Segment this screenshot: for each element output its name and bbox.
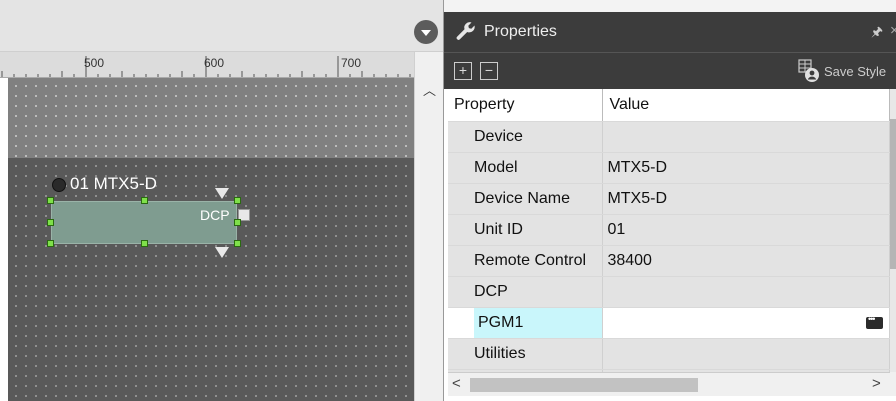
design-canvas[interactable]: 500 600 700 ︿ 01 MTX5-D DCP [0,0,443,401]
pin-icon[interactable]: 🖈 [871,23,883,45]
ruler-label: 600 [204,56,225,70]
panel-title: Properties [484,23,557,40]
scrollbar-corner [890,372,896,396]
canvas-grid-lower[interactable] [8,158,414,401]
property-name: Remote Control [448,245,604,277]
grid-vertical-scrollbar[interactable] [890,89,896,372]
resize-handle[interactable] [47,197,54,204]
property-name: Model [448,152,604,184]
property-name: Device Name [448,183,604,215]
grid-vertical-scroll-thumb[interactable] [890,119,896,269]
expand-all-icon[interactable]: + [454,62,472,80]
output-port-triangle[interactable] [215,247,229,258]
property-row-remote-control[interactable]: Remote Control 38400 [448,245,890,277]
category-label: Device [448,121,604,153]
column-header-property[interactable]: Property [448,89,604,122]
canvas-tab-strip [0,0,443,52]
save-style-button[interactable]: Save Style [824,64,886,79]
ruler-label: 500 [84,56,105,70]
canvas-vertical-scrollbar[interactable]: ︿ [414,52,443,401]
grid-horizontal-scroll-thumb[interactable] [470,378,698,392]
category-label: Utilities [448,338,604,370]
close-icon[interactable]: × [890,22,896,39]
canvas-grid-upper[interactable] [8,78,414,158]
resize-handle[interactable] [47,240,54,247]
property-row-device-name[interactable]: Device Name MTX5-D [448,183,890,215]
collapse-all-icon[interactable]: − [480,62,498,80]
chevron-down-icon[interactable] [414,20,438,44]
properties-panel: Properties 🖈 × + − Save Style Property V… [443,0,896,401]
resize-handle[interactable] [141,240,148,247]
category-label: DCP [448,276,604,308]
property-value[interactable]: MTX5-D [602,152,890,184]
property-name: Unit ID [448,214,604,246]
property-value[interactable]: 01 [602,214,890,246]
property-value[interactable]: 38400 [602,245,890,277]
category-row-dcp[interactable]: DCP [448,276,890,308]
scroll-up-icon[interactable]: ︿ [415,80,443,100]
category-row-utilities[interactable]: Utilities [448,338,890,370]
category-value [602,276,890,308]
category-value [602,338,890,370]
horizontal-ruler: 500 600 700 [0,52,414,78]
device-status-indicator [52,178,66,192]
resize-handle[interactable] [47,219,54,226]
property-row-model[interactable]: Model MTX5-D [448,152,890,184]
resize-handle[interactable] [234,240,241,247]
property-grid[interactable]: Property Value Device Model MTX5-D Devic… [448,89,890,372]
wrench-icon [456,22,475,40]
property-value[interactable]: MTX5-D [602,183,890,215]
ruler-label: 700 [341,56,362,70]
property-row-pgm1[interactable]: PGM1 [448,307,890,339]
ellipsis-icon[interactable] [866,314,883,329]
column-header-value[interactable]: Value [602,89,890,122]
resize-handle[interactable] [234,197,241,204]
property-value-editor[interactable] [602,307,890,339]
property-name-cell[interactable]: PGM1 [448,307,604,339]
resize-handle[interactable] [234,219,241,226]
resize-handle[interactable] [141,197,148,204]
save-style-icon[interactable] [798,59,820,83]
scroll-left-icon[interactable]: < [452,375,461,392]
properties-toolbar: + − Save Style [444,52,896,89]
category-row-device[interactable]: Device [448,121,890,153]
property-name[interactable]: PGM1 [474,307,602,337]
scroll-right-icon[interactable]: > [872,375,881,392]
dcp-port-label: DCP [200,207,230,223]
input-port-triangle[interactable] [215,188,229,199]
properties-header: Properties 🖈 × [444,12,896,52]
device-title[interactable]: 01 MTX5-D [70,174,157,194]
grid-horizontal-scrollbar[interactable]: < > [448,372,890,396]
property-row-unit-id[interactable]: Unit ID 01 [448,214,890,246]
grid-header-row: Property Value [448,89,890,122]
category-value [602,121,890,153]
